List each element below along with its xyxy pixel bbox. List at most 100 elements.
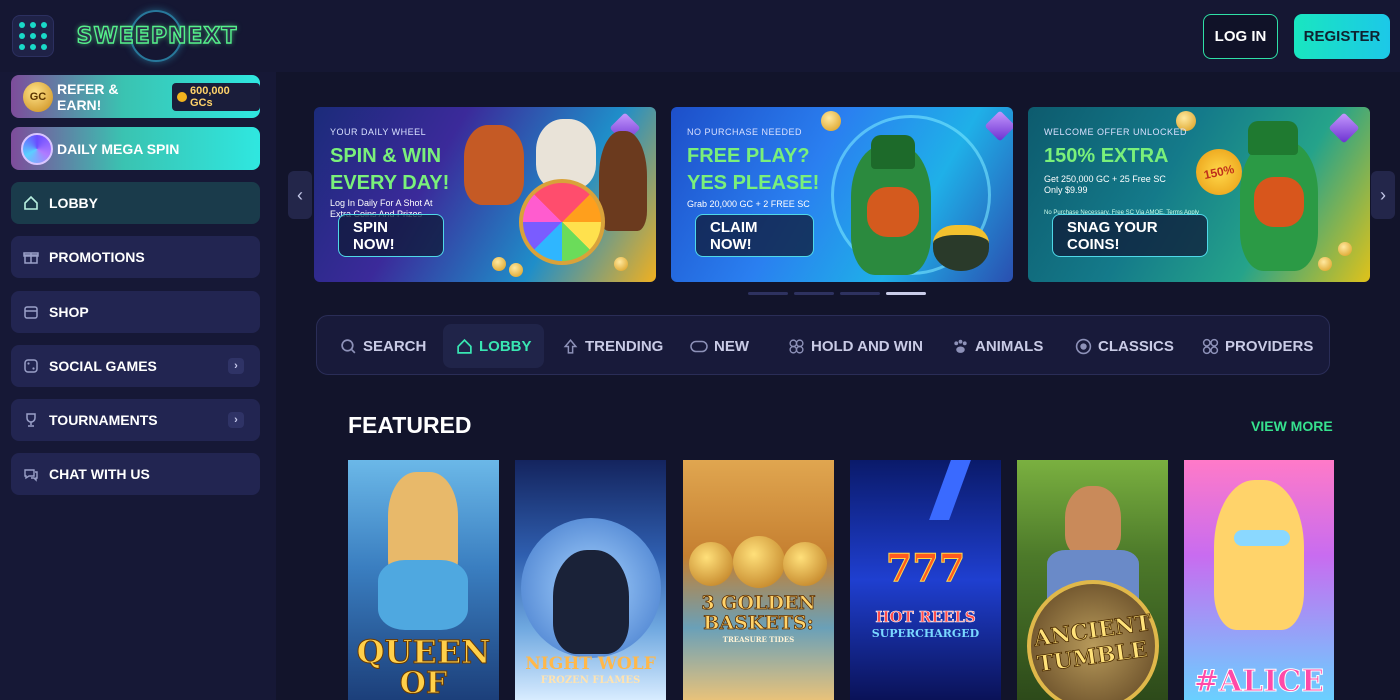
sidebar-item-label: PROMOTIONS [49, 249, 145, 265]
game-tile-night-wolf[interactable]: NIGHT WOLF FROZEN FLAMES [515, 460, 666, 700]
sidebar-item-shop[interactable]: SHOP [11, 291, 260, 333]
sidebar-item-chat[interactable]: CHAT WITH US [11, 453, 260, 495]
percent-badge: 150% [1191, 144, 1247, 200]
carousel-next-button[interactable]: › [1371, 171, 1395, 219]
game-title-line-2: OF [399, 666, 448, 700]
leprechaun-beard [867, 187, 919, 237]
grid-dot [41, 22, 47, 28]
viking-character [464, 125, 524, 205]
tab-search[interactable]: SEARCH [339, 324, 426, 368]
carousel-dot[interactable] [748, 292, 788, 295]
banner-subtext: Get 250,000 GC + 25 Free SC Only $9.99 [1044, 174, 1166, 196]
tab-label: HOLD AND WIN [811, 337, 923, 355]
sidebar-item-social-games[interactable]: SOCIAL GAMES › [11, 345, 260, 387]
tab-trending[interactable]: TRENDING [561, 324, 663, 368]
header: SWEEPNEXT LOG IN REGISTER [0, 0, 1400, 72]
register-button[interactable]: REGISTER [1294, 14, 1390, 59]
providers-icon [1201, 337, 1219, 355]
paw-icon [951, 337, 969, 355]
sidebar-item-tournaments[interactable]: TOURNAMENTS › [11, 399, 260, 441]
mega-spin-label: DAILY MEGA SPIN [57, 140, 180, 157]
gem-decoration [1328, 112, 1360, 144]
tab-label: ANIMALS [975, 337, 1044, 355]
coin-icon [821, 111, 841, 131]
tab-hold-and-win[interactable]: HOLD AND WIN [787, 324, 923, 368]
snag-coins-button[interactable]: SNAG YOUR COINS! [1052, 214, 1208, 257]
banner-headline-line-2: EVERY DAY! [330, 172, 450, 194]
game-tile-queen[interactable]: QUEEN OF [348, 460, 499, 700]
game-tile-hot-reels[interactable]: 777 HOT REELS SUPERCHARGED [850, 460, 1001, 700]
grid-dot [19, 33, 25, 39]
coin-icon [614, 257, 628, 271]
banner-headline-line-2: YES PLEASE! [687, 172, 820, 194]
banner-daily-wheel[interactable]: YOUR DAILY WHEEL SPIN & WIN EVERY DAY! L… [314, 107, 656, 282]
banner-tag: NO PURCHASE NEEDED [687, 127, 803, 137]
sidebar-item-promotions[interactable]: PROMOTIONS [11, 236, 260, 278]
tab-new[interactable]: NEW [690, 324, 749, 368]
classics-icon [1074, 337, 1092, 355]
game-title-line-1: HOT REELS [875, 608, 976, 626]
game-title-line-1: QUEEN [356, 633, 491, 671]
tab-label: NEW [714, 337, 749, 355]
grid-dot [41, 33, 47, 39]
refer-and-earn-card[interactable]: GC REFER & EARN! 600,000 GCs [11, 75, 260, 118]
tab-providers[interactable]: PROVIDERS [1201, 324, 1313, 368]
grid-dot [30, 22, 36, 28]
sidebar: GC REFER & EARN! 600,000 GCs DAILY MEGA … [0, 72, 276, 700]
claim-now-button[interactable]: CLAIM NOW! [695, 214, 814, 257]
game-tile-golden-baskets[interactable]: 3 GOLDEN BASKETS: TREASURE TIDES [683, 460, 834, 700]
tab-classics[interactable]: CLASSICS [1074, 324, 1174, 368]
grid-dot [41, 44, 47, 50]
referral-coin-icon: GC [23, 82, 53, 112]
featured-heading: FEATURED [348, 412, 472, 438]
coin-basket-icon [689, 542, 733, 586]
banner-headline: SPIN & WIN EVERY DAY! [330, 143, 449, 197]
coin-icon [509, 263, 523, 277]
chevron-right-icon[interactable]: › [228, 412, 244, 428]
game-tile-ancient-tumble[interactable]: ANCIENT TUMBLE [1017, 460, 1168, 700]
banner-free-play[interactable]: NO PURCHASE NEEDED FREE PLAY? YES PLEASE… [671, 107, 1013, 282]
game-tile-alice[interactable]: #ALICE [1184, 460, 1334, 700]
carousel-dot-active[interactable] [886, 292, 926, 295]
prize-wheel-icon [519, 179, 605, 265]
sidebar-item-label: CHAT WITH US [49, 466, 150, 482]
alice-character [1214, 480, 1304, 630]
carousel-dot[interactable] [840, 292, 880, 295]
grid-dot [19, 22, 25, 28]
daily-mega-spin-card[interactable]: DAILY MEGA SPIN [11, 127, 260, 170]
game-title-line-1: 3 GOLDEN [701, 592, 816, 614]
gc-badge: 600,000 GCs [172, 82, 260, 111]
clover-icon [787, 337, 805, 355]
sunglasses-icon [1234, 530, 1290, 546]
trophy-icon [23, 412, 39, 428]
tab-animals[interactable]: ANIMALS [951, 324, 1043, 368]
gc-badge-value: 600,000 GCs [189, 84, 230, 109]
coin-icon [492, 257, 506, 271]
tab-lobby[interactable]: LOBBY [443, 324, 544, 368]
category-bar: SEARCH LOBBY TRENDING NEW HOLD AND WIN A… [316, 315, 1330, 375]
view-more-link[interactable]: VIEW MORE [1251, 418, 1333, 434]
grid-dot [30, 33, 36, 39]
cleopatra-character [599, 131, 647, 231]
carousel-prev-button[interactable]: ‹ [288, 171, 312, 219]
banner-subtext-line-1: Get 250,000 GC + 25 Free SC [1044, 174, 1166, 184]
carousel-dot[interactable] [794, 292, 834, 295]
grid-dot [30, 44, 36, 50]
game-title-line-1: NIGHT WOLF [525, 654, 656, 674]
banner-headline-line-1: 150% EXTRA [1044, 145, 1169, 167]
banner-tag: WELCOME OFFER UNLOCKED [1044, 127, 1188, 137]
sidebar-item-label: SOCIAL GAMES [49, 358, 157, 374]
sidebar-item-label: SHOP [49, 304, 89, 320]
spin-now-button[interactable]: SPIN NOW! [338, 214, 444, 257]
login-button[interactable]: LOG IN [1203, 14, 1278, 59]
explorer-character [1065, 486, 1121, 556]
logo[interactable]: SWEEPNEXT [76, 10, 237, 62]
gem-decoration [984, 110, 1013, 142]
sidebar-item-lobby[interactable]: LOBBY [11, 182, 260, 224]
banner-welcome-offer[interactable]: 150% WELCOME OFFER UNLOCKED 150% EXTRA G… [1028, 107, 1370, 282]
game-title-line-1: #ALICE [1193, 664, 1325, 699]
menu-grid-button[interactable] [12, 15, 54, 57]
coin-icon [177, 91, 187, 102]
chevron-right-icon[interactable]: › [228, 358, 244, 374]
grid-dot [19, 44, 25, 50]
